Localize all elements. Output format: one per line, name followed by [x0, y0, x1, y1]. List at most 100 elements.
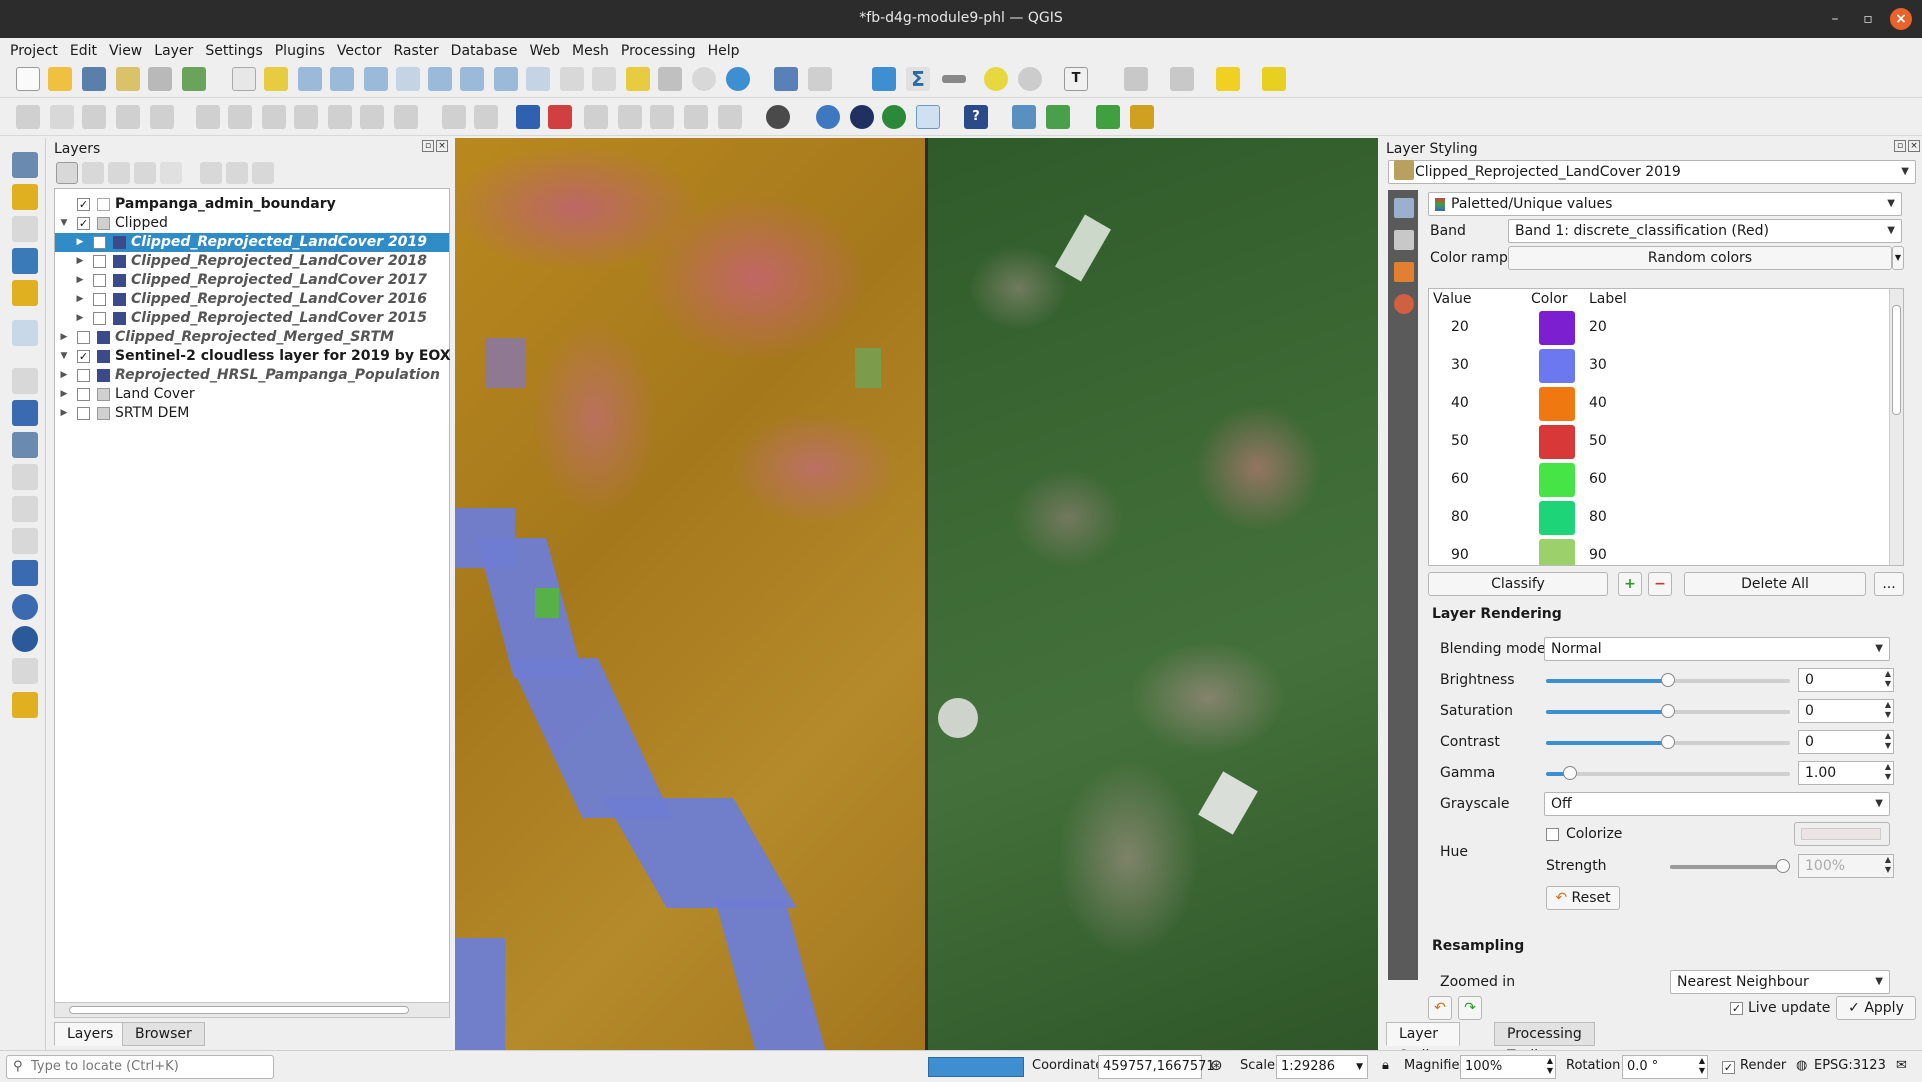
class-row[interactable]: 40 40 — [1429, 385, 1889, 423]
tab-layers[interactable]: Layers — [54, 1022, 127, 1046]
locator-input[interactable]: ⚲ Type to locate (Ctrl+K) — [6, 1055, 274, 1079]
colorize-color-button[interactable] — [1794, 822, 1890, 846]
redo-icon[interactable] — [394, 105, 418, 129]
crs-label[interactable]: EPSG:3123 — [1814, 1058, 1886, 1073]
expand-arrow-icon[interactable]: ▶ — [75, 309, 85, 328]
class-value[interactable]: 50 — [1451, 433, 1469, 449]
show-hide-labels-icon[interactable] — [584, 105, 608, 129]
statistical-summary-icon[interactable]: Σ — [906, 67, 930, 91]
move-diagram-icon[interactable] — [718, 105, 742, 129]
modify-attributes-icon[interactable] — [196, 105, 220, 129]
new-shapefile-icon[interactable] — [12, 216, 38, 242]
layer-item[interactable]: ▼ ✓ Sentinel-2 cloudless layer for 2019 … — [55, 347, 476, 366]
measure-line-icon[interactable] — [942, 75, 966, 83]
quick-osm-icon[interactable] — [1096, 105, 1120, 129]
class-value[interactable]: 80 — [1451, 509, 1469, 525]
label-highlight-icon[interactable] — [516, 105, 540, 129]
crs-globe-icon[interactable]: ◍ — [1796, 1058, 1807, 1073]
select-features-icon[interactable] — [1124, 67, 1148, 91]
layer-checkbox[interactable] — [93, 312, 106, 325]
toggle-editing-icon[interactable] — [50, 105, 74, 129]
zoom-to-layer-icon[interactable] — [428, 67, 452, 91]
add-mesh-layer-icon[interactable] — [12, 432, 38, 458]
webmap-plugin-icon[interactable] — [766, 105, 790, 129]
grayscale-combo[interactable]: Off ▼ — [1544, 792, 1890, 816]
plugin-info-icon[interactable] — [882, 105, 906, 129]
live-update-checkbox[interactable]: ✓ — [1730, 1002, 1743, 1015]
spin-arrows-icon[interactable]: ▲ ▼ — [1699, 1056, 1705, 1076]
expand-arrow-icon[interactable]: ▶ — [75, 233, 85, 252]
histogram-tab-icon[interactable] — [1394, 230, 1414, 250]
layer-item-selected[interactable]: ▶ Clipped_Reprojected_LandCover 2019 — [55, 233, 449, 252]
contrast-slider[interactable] — [1546, 735, 1790, 749]
show-bookmarks-icon[interactable] — [658, 67, 682, 91]
add-virtual-layer-icon[interactable] — [12, 528, 38, 554]
processing-toolbox-icon[interactable] — [872, 67, 896, 91]
pan-map-icon[interactable] — [232, 67, 256, 91]
class-label[interactable]: 80 — [1589, 509, 1607, 525]
layer-item[interactable]: ▶ Clipped_Reprojected_Merged_SRTM — [55, 328, 449, 347]
zoomed-in-combo[interactable]: Nearest Neighbour ▼ — [1670, 970, 1890, 994]
class-color-swatch[interactable] — [1539, 501, 1575, 535]
rotation-spinbox[interactable]: 0.0 ° ▲ ▼ — [1622, 1055, 1708, 1079]
deselect-features-icon[interactable] — [1170, 67, 1194, 91]
apply-button[interactable]: ✓ Apply — [1836, 996, 1916, 1020]
layer-checkbox[interactable] — [93, 293, 106, 306]
strength-spinbox[interactable]: 100% ▲ ▼ — [1798, 854, 1894, 878]
gamma-spinbox[interactable]: 1.00 ▲ ▼ — [1798, 761, 1894, 785]
temporal-controller-icon[interactable] — [692, 67, 716, 91]
add-postgis-icon[interactable] — [12, 560, 38, 586]
layer-item[interactable]: ▶ Clipped_Reprojected_LandCover 2015 — [55, 309, 449, 328]
saturation-spinbox[interactable]: 0 ▲ ▼ — [1798, 699, 1894, 723]
redo-style-icon[interactable]: ↷ — [1458, 996, 1482, 1020]
layer-checkbox[interactable]: ✓ — [77, 198, 90, 211]
layer-group[interactable]: ▶ SRTM DEM — [55, 404, 449, 423]
data-source-manager-icon[interactable] — [12, 152, 38, 178]
paste-features-icon[interactable] — [328, 105, 352, 129]
layer-select-combo[interactable]: Clipped_Reprojected_LandCover 2019 ▼ — [1388, 160, 1916, 184]
class-label[interactable]: 30 — [1589, 357, 1607, 373]
layer-checkbox[interactable] — [93, 274, 106, 287]
classify-button[interactable]: Classify — [1428, 572, 1608, 596]
rotate-label-icon[interactable] — [650, 105, 674, 129]
expand-arrow-icon[interactable]: ▶ — [59, 366, 69, 385]
globe-plugin-icon[interactable] — [850, 105, 874, 129]
rendering-tab-icon[interactable] — [1394, 262, 1414, 282]
expand-arrow-icon[interactable]: ▶ — [59, 328, 69, 347]
class-label[interactable]: 20 — [1589, 319, 1607, 335]
class-row[interactable]: 30 30 — [1429, 347, 1889, 385]
remove-layer-icon[interactable] — [252, 162, 274, 184]
add-feature-icon[interactable] — [116, 105, 140, 129]
new-3d-view-icon[interactable] — [592, 67, 616, 91]
new-project-icon[interactable] — [16, 67, 40, 91]
toggle-extents-icon[interactable]: ⊛ — [1210, 1056, 1223, 1074]
class-row[interactable]: 50 50 — [1429, 423, 1889, 461]
spin-arrows-icon[interactable]: ▲ ▼ — [1885, 855, 1891, 875]
class-value[interactable]: 90 — [1451, 547, 1469, 563]
zoom-native-icon[interactable] — [460, 67, 484, 91]
coordinate-field[interactable]: 459757,1667571 — [1098, 1055, 1215, 1079]
blending-mode-combo[interactable]: Normal ▼ — [1544, 637, 1890, 661]
expand-arrow-icon[interactable]: ▶ — [59, 404, 69, 423]
class-label[interactable]: 90 — [1589, 547, 1607, 563]
refresh-icon[interactable] — [726, 67, 750, 91]
transparency-tab-icon[interactable] — [1394, 198, 1414, 218]
delete-all-button[interactable]: Delete All — [1684, 572, 1866, 596]
add-wfs-icon[interactable] — [12, 626, 38, 652]
layer-item[interactable]: ▶ Clipped_Reprojected_LandCover 2016 — [55, 290, 449, 309]
column-header-color[interactable]: Color — [1531, 289, 1568, 309]
add-group-icon[interactable] — [82, 162, 104, 184]
brightness-spinbox[interactable]: 0 ▲ ▼ — [1798, 668, 1894, 692]
select-by-expression-icon[interactable] — [1216, 67, 1240, 91]
manage-themes-icon[interactable] — [108, 162, 130, 184]
class-label[interactable]: 40 — [1589, 395, 1607, 411]
lock-scale-icon[interactable]: 🔒︎ — [1382, 1058, 1389, 1073]
reset-button[interactable]: ↶ Reset — [1546, 886, 1620, 910]
label-pin-icon[interactable] — [548, 105, 572, 129]
change-label-icon[interactable] — [684, 105, 708, 129]
render-checkbox[interactable]: ✓ — [1722, 1061, 1735, 1074]
new-temp-layer-icon[interactable] — [12, 280, 38, 306]
zoom-last-icon[interactable] — [494, 67, 518, 91]
class-row[interactable]: 20 20 — [1429, 309, 1889, 347]
layer-item[interactable]: ✓ Pampanga_admin_boundary — [55, 195, 449, 214]
